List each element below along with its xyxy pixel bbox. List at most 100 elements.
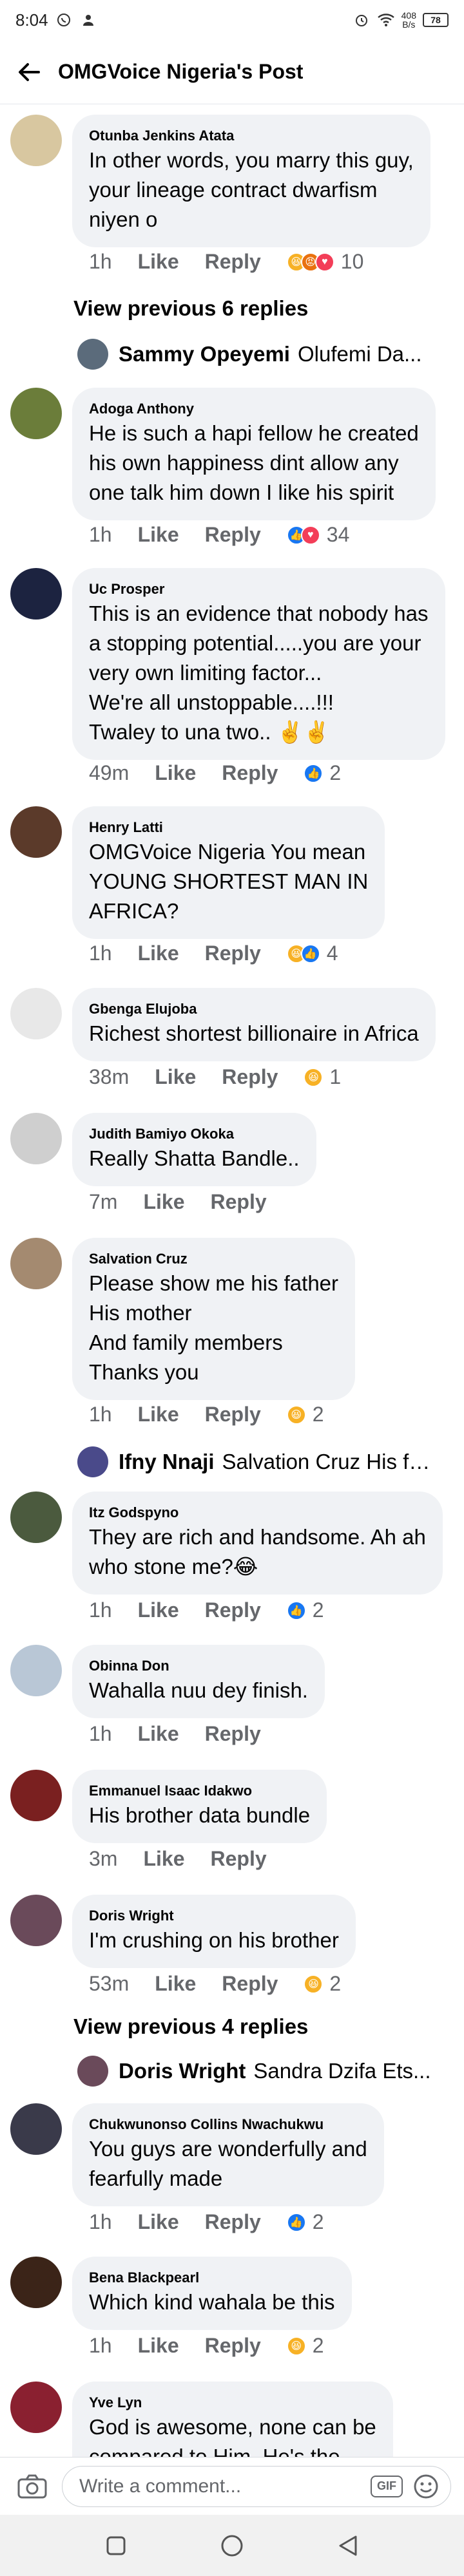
comment-author[interactable]: Doris Wright <box>89 1906 339 1926</box>
like-button[interactable]: Like <box>138 2334 179 2358</box>
avatar[interactable] <box>10 568 62 620</box>
avatar[interactable] <box>10 1645 62 1696</box>
comment-meta: 1h Like Reply 😆 👍 4 <box>89 942 338 965</box>
reply-button[interactable]: Reply <box>205 1403 261 1426</box>
like-button[interactable]: Like <box>155 761 196 785</box>
reply-button[interactable]: Reply <box>205 250 261 274</box>
reactions-summary[interactable]: 😆 👍 4 <box>286 942 338 965</box>
like-button[interactable]: Like <box>138 250 179 274</box>
comment-text: This is an evidence that nobody has a st… <box>89 601 429 744</box>
comment-bubble[interactable]: Salvation Cruz Please show me his father… <box>72 1238 356 1400</box>
avatar[interactable] <box>10 988 62 1039</box>
like-button[interactable]: Like <box>138 1403 179 1426</box>
comment-bubble[interactable]: Obinna Don Wahalla nuu dey finish. <box>72 1645 325 1718</box>
emoji-button[interactable] <box>412 2472 440 2501</box>
comment-meta: 1h Like Reply 😆 2 <box>89 2334 324 2358</box>
reply-preview[interactable]: Doris Wright Sandra Dzifa Ets... <box>77 2053 438 2089</box>
avatar[interactable] <box>10 1113 62 1164</box>
comment-author[interactable]: Obinna Don <box>89 1656 308 1676</box>
back-button[interactable] <box>0 40 58 104</box>
gif-button[interactable]: GIF <box>371 2475 403 2497</box>
comment-bubble[interactable]: Chukwunonso Collins Nwachukwu You guys a… <box>72 2103 384 2206</box>
avatar[interactable] <box>10 2257 62 2308</box>
comment-author[interactable]: Gbenga Elujoba <box>89 999 419 1019</box>
reactions-summary[interactable]: 😆 2 <box>304 1972 341 1996</box>
avatar[interactable] <box>10 1238 62 1289</box>
comment-bubble[interactable]: Doris Wright I'm crushing on his brother <box>72 1895 356 1968</box>
comment-bubble[interactable]: Itz Godspyno They are rich and handsome.… <box>72 1492 443 1595</box>
reactions-summary[interactable]: 👍 2 <box>304 761 341 785</box>
reactions-summary[interactable]: 😆 2 <box>286 2334 324 2358</box>
reply-button[interactable]: Reply <box>205 523 261 547</box>
comment-composer: Write a comment... GIF <box>0 2457 464 2515</box>
like-reaction-icon: 👍 <box>300 943 320 963</box>
reaction-count: 2 <box>329 1972 342 1995</box>
reply-preview[interactable]: Ifny Nnaji Salvation Cruz His fat... <box>77 1444 438 1480</box>
avatar[interactable] <box>10 388 62 439</box>
avatar[interactable] <box>10 2382 62 2433</box>
avatar[interactable] <box>10 2103 62 2155</box>
reactions-summary[interactable]: 😆 😡 ♥ 10 <box>286 250 363 274</box>
comment-text: Which kind wahala be this <box>89 2290 335 2314</box>
comment-author[interactable]: Salvation Cruz <box>89 1249 338 1269</box>
reply-button[interactable]: Reply <box>205 2210 261 2234</box>
comment-bubble[interactable]: Adoga Anthony He is such a hapi fellow h… <box>72 388 436 520</box>
like-button[interactable]: Like <box>138 1722 179 1746</box>
comment-author[interactable]: Emmanuel Isaac Idakwo <box>89 1781 310 1801</box>
comment-author[interactable]: Henry Latti <box>89 818 368 837</box>
reply-button[interactable]: Reply <box>222 1065 278 1089</box>
reply-button[interactable]: Reply <box>210 1847 266 1871</box>
comment-author[interactable]: Bena Blackpearl <box>89 2268 335 2287</box>
reactions-summary[interactable]: 😆 2 <box>286 1403 324 1426</box>
like-button[interactable]: Like <box>138 523 179 547</box>
comment-author[interactable]: Judith Bamiyo Okoka <box>89 1124 300 1144</box>
comment-bubble[interactable]: Judith Bamiyo Okoka Really Shatta Bandle… <box>72 1113 316 1186</box>
reaction-count: 2 <box>312 1403 324 1426</box>
like-button[interactable]: Like <box>138 2210 179 2234</box>
like-button[interactable]: Like <box>138 942 179 965</box>
like-button[interactable]: Like <box>138 1598 179 1622</box>
reply-button[interactable]: Reply <box>205 942 261 965</box>
like-button[interactable]: Like <box>155 1972 196 1996</box>
comment-bubble[interactable]: Uc Prosper This is an evidence that nobo… <box>72 568 445 760</box>
comment-author[interactable]: Itz Godspyno <box>89 1503 426 1522</box>
comment-author[interactable]: Chukwunonso Collins Nwachukwu <box>89 2115 367 2134</box>
comment-bubble[interactable]: Otunba Jenkins Atata In other words, you… <box>72 115 430 247</box>
comment-input[interactable]: Write a comment... GIF <box>62 2465 451 2507</box>
comment-bubble[interactable]: Emmanuel Isaac Idakwo His brother data b… <box>72 1770 327 1843</box>
comment-author[interactable]: Adoga Anthony <box>89 399 419 419</box>
comment-bubble[interactable]: Bena Blackpearl Which kind wahala be thi… <box>72 2257 352 2330</box>
avatar[interactable] <box>10 806 62 858</box>
camera-button[interactable] <box>13 2467 52 2506</box>
comment-author[interactable]: Uc Prosper <box>89 580 429 599</box>
comment-bubble[interactable]: Gbenga Elujoba Richest shortest billiona… <box>72 988 436 1061</box>
reactions-summary[interactable]: 👍 2 <box>286 1598 324 1622</box>
system-back-button[interactable] <box>329 2526 367 2565</box>
reactions-summary[interactable]: 👍 ♥ 34 <box>286 523 349 547</box>
view-previous-replies-link[interactable]: View previous 4 replies <box>73 2014 308 2039</box>
reaction-count: 2 <box>312 2210 324 2233</box>
avatar[interactable] <box>10 115 62 166</box>
recents-button[interactable] <box>97 2526 135 2565</box>
like-button[interactable]: Like <box>143 1190 184 1214</box>
home-button[interactable] <box>213 2526 251 2565</box>
reply-button[interactable]: Reply <box>205 1722 261 1746</box>
comment-author[interactable]: Yve Lyn <box>89 2393 376 2412</box>
comment-text: His brother data bundle <box>89 1803 311 1827</box>
like-button[interactable]: Like <box>155 1065 196 1089</box>
avatar[interactable] <box>10 1895 62 1946</box>
reply-button[interactable]: Reply <box>210 1190 266 1214</box>
comment-bubble[interactable]: Henry Latti OMGVoice Nigeria You mean YO… <box>72 806 385 939</box>
avatar[interactable] <box>10 1492 62 1543</box>
reply-button[interactable]: Reply <box>205 1598 261 1622</box>
reactions-summary[interactable]: 😆 1 <box>304 1065 341 1089</box>
like-button[interactable]: Like <box>143 1847 184 1871</box>
reply-preview[interactable]: Sammy Opeyemi Olufemi Da... <box>77 336 438 372</box>
reply-button[interactable]: Reply <box>205 2334 261 2358</box>
view-previous-replies-link[interactable]: View previous 6 replies <box>73 296 308 321</box>
comment-author[interactable]: Otunba Jenkins Atata <box>89 126 414 146</box>
reply-button[interactable]: Reply <box>222 1972 278 1996</box>
avatar[interactable] <box>10 1770 62 1821</box>
reactions-summary[interactable]: 👍 2 <box>286 2210 324 2234</box>
reply-button[interactable]: Reply <box>222 761 278 785</box>
